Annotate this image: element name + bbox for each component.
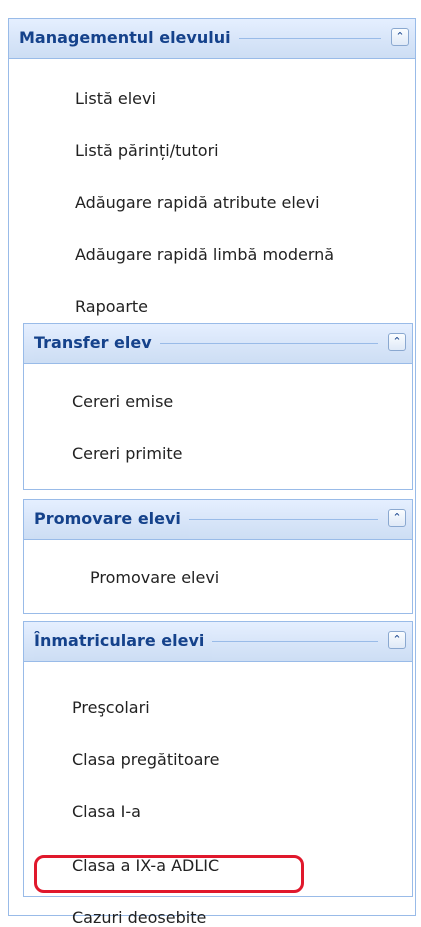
- menu-item-rapoarte[interactable]: Rapoarte: [75, 297, 148, 316]
- student-management-panel: Managementul elevului ⌃ Listă elevi List…: [8, 18, 416, 927]
- transfer-header[interactable]: Transfer elev ⌃: [24, 324, 412, 364]
- collapse-icon[interactable]: ⌃: [388, 631, 406, 649]
- student-management-title: Managementul elevului: [19, 19, 239, 57]
- menu-item-promovare-elevi[interactable]: Promovare elevi: [90, 568, 219, 587]
- menu-item-lista-elevi[interactable]: Listă elevi: [75, 89, 156, 108]
- inmatriculare-header[interactable]: Înmatriculare elevi ⌃: [24, 622, 412, 662]
- collapse-icon[interactable]: ⌃: [388, 333, 406, 351]
- student-management-header[interactable]: Managementul elevului ⌃: [9, 19, 415, 59]
- inmatriculare-panel: Înmatriculare elevi ⌃ Preşcolari Clasa p…: [23, 621, 413, 927]
- transfer-panel: Transfer elev ⌃ Cereri emise Cereri prim…: [23, 323, 413, 490]
- menu-item-cazuri-deosebite[interactable]: Cazuri deosebite: [72, 908, 206, 927]
- collapse-icon[interactable]: ⌃: [388, 509, 406, 527]
- menu-item-lista-parinti[interactable]: Listă părinți/tutori: [75, 141, 219, 160]
- collapse-icon[interactable]: ⌃: [391, 28, 409, 46]
- menu-item-clasa-ix-adlic[interactable]: Clasa a IX-a ADLIC: [72, 856, 219, 875]
- transfer-title: Transfer elev: [34, 324, 160, 362]
- inmatriculare-title: Înmatriculare elevi: [34, 622, 213, 660]
- menu-item-clasa-i[interactable]: Clasa I-a: [72, 802, 141, 821]
- menu-item-prescolari[interactable]: Preşcolari: [72, 698, 150, 717]
- menu-item-cereri-emise[interactable]: Cereri emise: [72, 392, 173, 411]
- promovare-header[interactable]: Promovare elevi ⌃: [24, 500, 412, 540]
- menu-item-cereri-primite[interactable]: Cereri primite: [72, 444, 183, 463]
- promovare-title: Promovare elevi: [34, 500, 189, 538]
- menu-item-atribute-elevi[interactable]: Adăugare rapidă atribute elevi: [75, 193, 320, 212]
- menu-item-limba-moderna[interactable]: Adăugare rapidă limbă modernă: [75, 245, 334, 264]
- menu-item-clasa-pregatitoare[interactable]: Clasa pregătitoare: [72, 750, 220, 769]
- promovare-panel: Promovare elevi ⌃ Promovare elevi: [23, 499, 413, 614]
